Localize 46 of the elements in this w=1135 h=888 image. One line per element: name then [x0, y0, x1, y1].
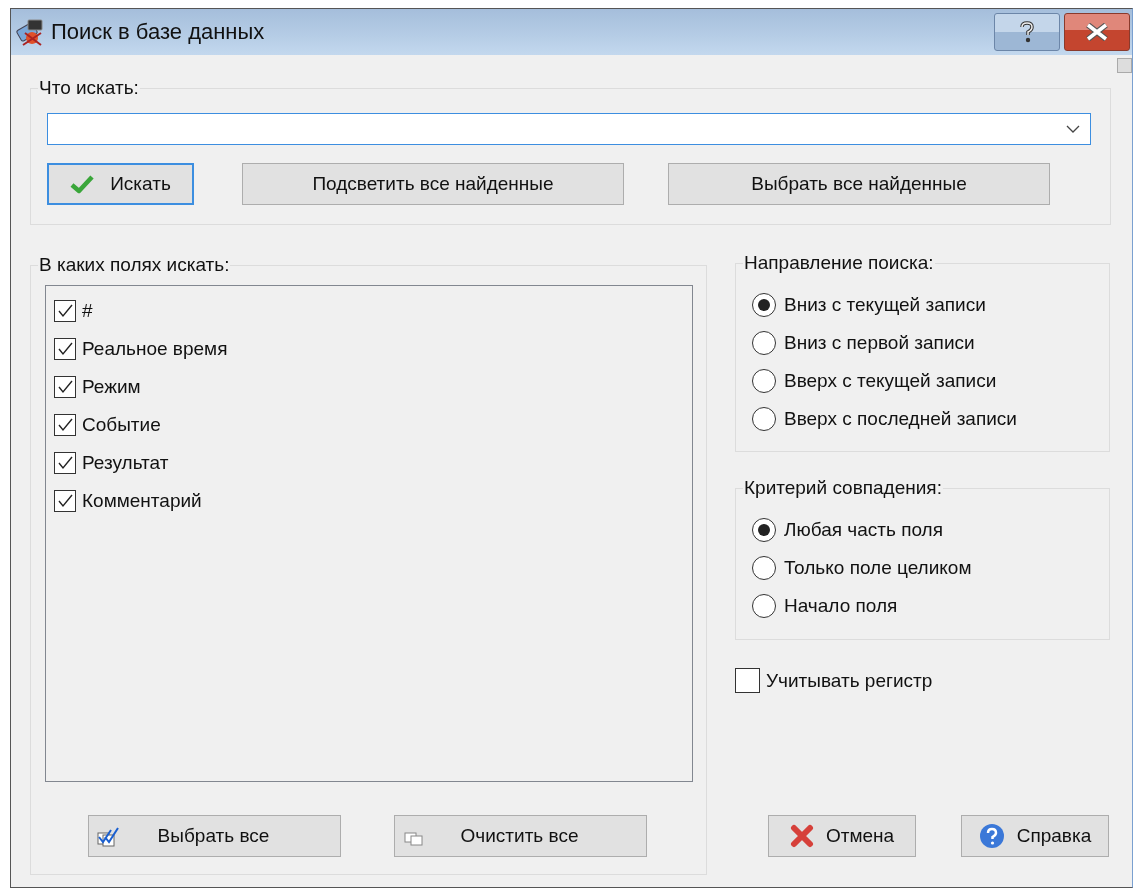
help-button[interactable]: Справка [961, 815, 1109, 857]
checkbox-label[interactable]: Учитывать регистр [766, 669, 933, 692]
radio-button[interactable] [752, 594, 776, 618]
close-icon [1085, 23, 1109, 41]
radio-label[interactable]: Вверх с текущей записи [784, 370, 997, 392]
radio-label[interactable]: Вниз с текущей записи [784, 294, 986, 316]
check-icon [70, 174, 95, 194]
checkbox[interactable] [54, 338, 76, 360]
action-button[interactable]: Подсветить все найденные [242, 163, 624, 205]
radio-button[interactable] [752, 407, 776, 431]
help-icon [978, 823, 1005, 849]
checkbox[interactable] [54, 300, 76, 322]
search-button[interactable]: Искать [47, 163, 194, 205]
checkbox[interactable] [54, 376, 76, 398]
help-icon [1019, 21, 1035, 43]
radio-button[interactable] [752, 518, 776, 542]
cancel-button[interactable]: Отмена [768, 815, 916, 857]
radio-label[interactable]: Только поле целиком [784, 557, 972, 579]
checkbox-label[interactable]: Реальное время [82, 338, 228, 360]
checkbox-label[interactable]: Результат [82, 452, 169, 474]
radio-button[interactable] [752, 556, 776, 580]
radio-button[interactable] [752, 331, 776, 355]
group-label: Критерий совпадения: [743, 477, 943, 499]
close-button[interactable] [1064, 13, 1130, 51]
radio-button[interactable] [752, 369, 776, 393]
help-button[interactable] [994, 13, 1060, 51]
window-title: Поиск в базе данных [51, 19, 266, 45]
close-icon [789, 824, 814, 848]
action-button[interactable]: Выбрать все найденные [668, 163, 1050, 205]
checkbox-label[interactable]: Режим [82, 376, 141, 398]
checked-boxes-icon [97, 825, 121, 847]
checkbox[interactable] [54, 490, 76, 512]
radio-label[interactable]: Вниз с первой записи [784, 332, 975, 354]
radio-label[interactable]: Вверх с последней записи [784, 408, 1017, 430]
checkbox[interactable] [54, 452, 76, 474]
radio-button[interactable] [752, 293, 776, 317]
radio-label[interactable]: Начало поля [784, 595, 898, 617]
checkbox[interactable] [54, 414, 76, 436]
clear-all-button[interactable]: Очистить все [394, 815, 647, 857]
checkbox[interactable] [735, 668, 760, 693]
checkbox-label[interactable]: Событие [82, 414, 161, 436]
size-grip [1117, 58, 1132, 73]
checkbox-label[interactable]: Комментарий [82, 490, 202, 512]
checkbox-label[interactable]: # [82, 300, 93, 322]
radio-label[interactable]: Любая часть поля [784, 519, 943, 541]
select-all-button[interactable]: Выбрать все [88, 815, 341, 857]
